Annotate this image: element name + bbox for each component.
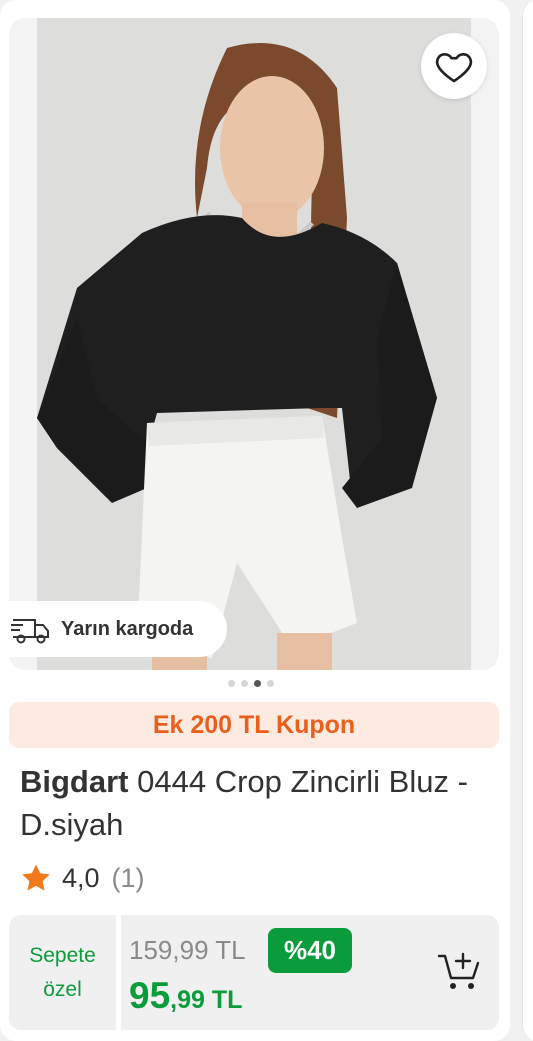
next-product-card[interactable] bbox=[522, 0, 533, 1041]
discount-badge: %40 bbox=[268, 928, 352, 973]
special-label-line2: özel bbox=[43, 977, 82, 1001]
product-card[interactable]: Yarın kargoda Ek 200 TL Kupon Bigdart 04… bbox=[0, 0, 510, 1041]
carousel-dot[interactable] bbox=[228, 680, 235, 687]
discount-value: %40 bbox=[283, 935, 337, 965]
coupon-banner[interactable]: Ek 200 TL Kupon bbox=[9, 702, 499, 748]
original-price: 159,99 TL bbox=[129, 935, 246, 965]
shipping-label: Yarın kargoda bbox=[61, 617, 194, 640]
truck-icon bbox=[11, 619, 49, 644]
heart-icon bbox=[435, 53, 473, 83]
carousel-dot[interactable] bbox=[241, 680, 248, 687]
rating-score: 4,0 bbox=[62, 862, 100, 893]
review-count[interactable]: (1) bbox=[112, 863, 145, 894]
carousel-dot-active[interactable] bbox=[254, 680, 261, 687]
cart-special-label: Sepete özel bbox=[9, 915, 116, 1030]
product-photo[interactable] bbox=[37, 18, 471, 670]
rating: 4,0 (1) bbox=[20, 862, 145, 894]
add-to-cart-icon[interactable] bbox=[437, 948, 483, 994]
carousel-dot[interactable] bbox=[267, 680, 274, 687]
product-brand: Bigdart bbox=[20, 764, 129, 799]
coupon-label: Ek 200 TL Kupon bbox=[152, 710, 356, 739]
product-image-area[interactable] bbox=[9, 18, 499, 670]
price-divider bbox=[116, 915, 121, 1030]
price-integer: 95 bbox=[129, 975, 171, 1016]
special-label-line1: Sepete bbox=[29, 943, 96, 967]
price-box: Sepete özel 159,99 TL %40 95,99 TL bbox=[9, 915, 499, 1030]
image-carousel-dots[interactable] bbox=[228, 680, 274, 687]
discounted-price: 95,99 TL bbox=[129, 975, 242, 1017]
favorite-button[interactable] bbox=[421, 33, 487, 99]
product-title[interactable]: Bigdart 0444 Crop Zincirli Bluz - D.siya… bbox=[20, 760, 480, 846]
star-icon bbox=[22, 864, 50, 891]
price-decimal: ,99 TL bbox=[170, 986, 243, 1014]
shipping-badge: Yarın kargoda bbox=[9, 601, 227, 657]
